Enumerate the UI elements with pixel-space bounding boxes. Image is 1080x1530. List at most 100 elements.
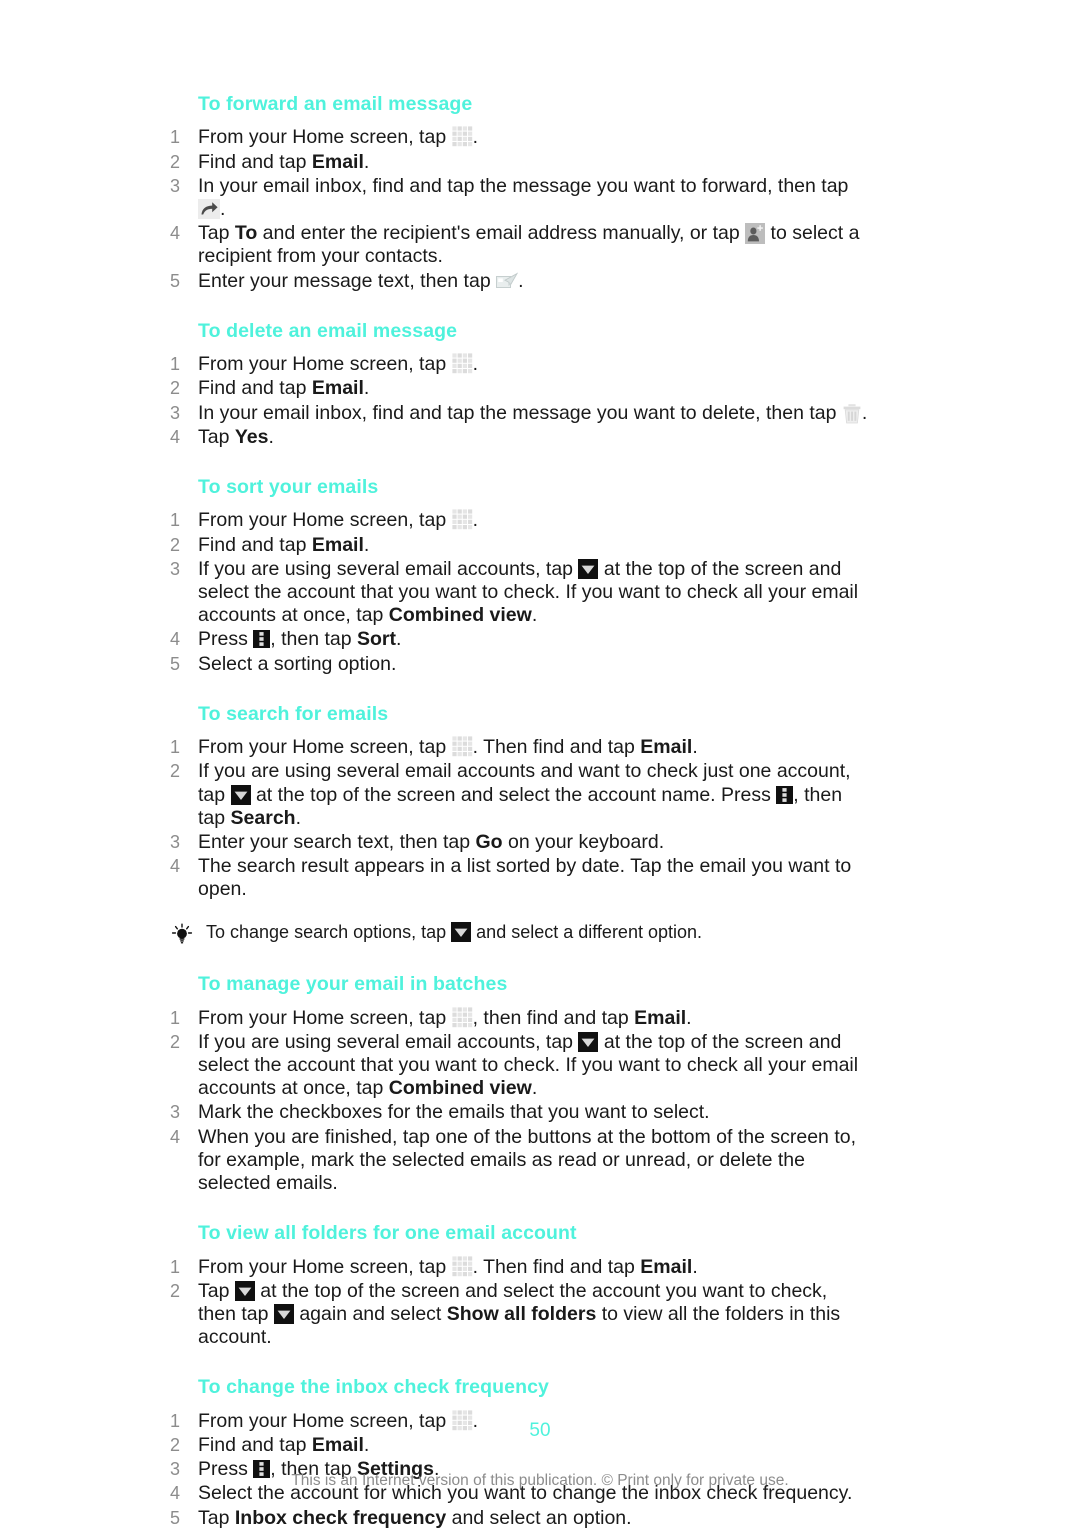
tip-icon-slot	[170, 922, 206, 947]
emphasis-text: Email	[634, 1006, 687, 1029]
footer-note: This is an Internet version of this publ…	[291, 1472, 789, 1489]
step-text: Tap Inbox check frequency and select an …	[198, 1507, 870, 1530]
section-heading: To forward an email message	[198, 93, 473, 115]
app-drawer-grid-icon	[451, 1255, 473, 1277]
body-text: .	[268, 425, 274, 448]
step-number: 1	[170, 1256, 181, 1277]
body-text: .	[531, 1077, 538, 1100]
send-email-icon	[496, 272, 519, 291]
body-text: Find and tap	[198, 150, 312, 173]
body-text: From your Home screen, tap	[198, 1006, 452, 1029]
step-text: Press , then tap Sort.	[198, 628, 870, 651]
emphasis-text: Search	[230, 806, 296, 829]
step-number: 2	[170, 761, 181, 782]
body-text: .	[396, 628, 402, 651]
body-text: .	[472, 353, 479, 376]
step-number: 2	[170, 534, 181, 555]
body-text: Enter your message text, then tap	[198, 269, 497, 292]
body-text: .	[220, 197, 226, 220]
emphasis-text: Combined view	[388, 1077, 532, 1100]
step-item: 5 Tap Inbox check frequency and select an…	[170, 1507, 870, 1530]
step-list: 1 From your Home screen, tap , then find …	[170, 1007, 870, 1196]
procedure-section: To forward an email message 1 From your Ho…	[170, 92, 870, 293]
emphasis-text: To	[234, 222, 258, 245]
body-text: .	[472, 509, 479, 532]
manual-page: To forward an email message 1 From your Ho…	[0, 0, 1080, 1530]
page-content: To forward an email message 1 From your Ho…	[170, 92, 870, 1530]
section-heading: To search for emails	[198, 702, 389, 725]
app-drawer-grid-icon	[451, 509, 473, 530]
body-text: Tap	[198, 1279, 235, 1302]
step-number: 4	[170, 223, 181, 244]
step-text: Tap at the top of the screen and select …	[198, 1280, 870, 1350]
step-number: 3	[170, 402, 181, 423]
procedure-section: To manage your email in batches 1 From you…	[170, 972, 870, 1195]
emphasis-text: Combined view	[388, 604, 532, 627]
step-number: 2	[170, 378, 181, 399]
step-text: If you are using several email accounts,…	[198, 558, 870, 628]
procedure-section: To view all folders for one email accoun…	[170, 1221, 870, 1349]
step-text: From your Home screen, tap .	[198, 509, 870, 532]
procedure-section: To sort your emails 1 From your Home scree…	[170, 475, 870, 676]
step-text: Select a sorting option.	[198, 653, 870, 676]
section-heading: To sort your emails	[198, 475, 379, 498]
step-text: If you are using several email accounts,…	[198, 1031, 870, 1101]
emphasis-text: Email	[640, 1255, 693, 1278]
step-item: 3 Mark the checkboxes for the emails that…	[170, 1101, 870, 1124]
step-number: 5	[170, 653, 181, 674]
body-text: .	[692, 1255, 698, 1278]
body-text: When you are finished, tap one of the bu…	[198, 1125, 857, 1194]
body-text: Tap	[198, 1506, 235, 1529]
step-text: From your Home screen, tap .	[198, 126, 870, 149]
step-number: 2	[170, 1280, 181, 1301]
step-list: 1 From your Home screen, tap . Then find …	[170, 1256, 870, 1350]
body-text: Press	[198, 628, 254, 651]
body-text: From your Home screen, tap	[198, 1255, 452, 1278]
step-text: Find and tap Email.	[198, 151, 870, 174]
body-text: and enter the recipient's email address …	[257, 222, 746, 245]
app-drawer-grid-icon	[451, 126, 473, 147]
add-contact-icon	[745, 223, 766, 245]
dropdown-triangle-icon	[451, 921, 472, 942]
step-item: 1 From your Home screen, tap , then find …	[170, 1007, 870, 1030]
section-heading: To delete an email message	[198, 319, 458, 342]
section-heading: To manage your email in batches	[198, 973, 508, 996]
step-item: 3 In your email inbox, find and tap the m…	[170, 402, 870, 425]
step-text: From your Home screen, tap . Then find a…	[198, 736, 870, 759]
step-number: 2	[170, 1031, 181, 1052]
dropdown-triangle-icon	[578, 1031, 599, 1052]
step-item: 5 Select a sorting option.	[170, 653, 870, 676]
emphasis-text: Email	[311, 533, 364, 556]
step-text: Tap Yes.	[198, 426, 870, 449]
step-item: 4 Tap To and enter the recipient's email …	[170, 222, 870, 268]
body-text: Mark the checkboxes for the emails that …	[198, 1101, 710, 1124]
step-text: From your Home screen, tap .	[198, 353, 870, 376]
body-text: From your Home screen, tap	[198, 736, 452, 759]
step-item: 2 Find and tap Email.	[170, 377, 870, 400]
delete-trash-icon	[842, 403, 862, 424]
body-text: In your email inbox, find and tap the me…	[198, 174, 849, 197]
body-text: From your Home screen, tap	[198, 126, 452, 149]
procedure-section: To delete an email message 1 From your Hom…	[170, 319, 870, 449]
body-text: . Then find and tap	[472, 1255, 641, 1278]
section-heading: To change the inbox check frequency	[198, 1376, 549, 1399]
body-text: Enter your search text, then tap	[198, 830, 476, 853]
body-text: Find and tap	[198, 377, 312, 400]
procedure-section: To search for emails 1 From your Home scre…	[170, 702, 870, 946]
tip-callout: To change search options, tap and select…	[170, 921, 870, 947]
dropdown-triangle-icon	[230, 784, 251, 805]
step-item: 2 Find and tap Email.	[170, 151, 870, 174]
step-text: Tap To and enter the recipient's email a…	[198, 222, 870, 268]
step-item: 4 The search result appears in a list sor…	[170, 855, 870, 901]
step-list: 1 From your Home screen, tap . Then find …	[170, 736, 870, 901]
body-text: , then tap	[270, 628, 357, 651]
step-item: 1 From your Home screen, tap . Then find …	[170, 736, 870, 759]
forward-arrow-icon	[198, 198, 220, 219]
body-text: .	[363, 377, 370, 400]
body-text: Select a sorting option.	[198, 652, 397, 675]
step-item: 4 Tap Yes.	[170, 426, 870, 449]
step-text: Enter your search text, then tap Go on y…	[198, 831, 870, 854]
overflow-menu-icon	[776, 785, 794, 804]
step-number: 2	[170, 151, 181, 172]
body-text: .	[518, 269, 524, 292]
